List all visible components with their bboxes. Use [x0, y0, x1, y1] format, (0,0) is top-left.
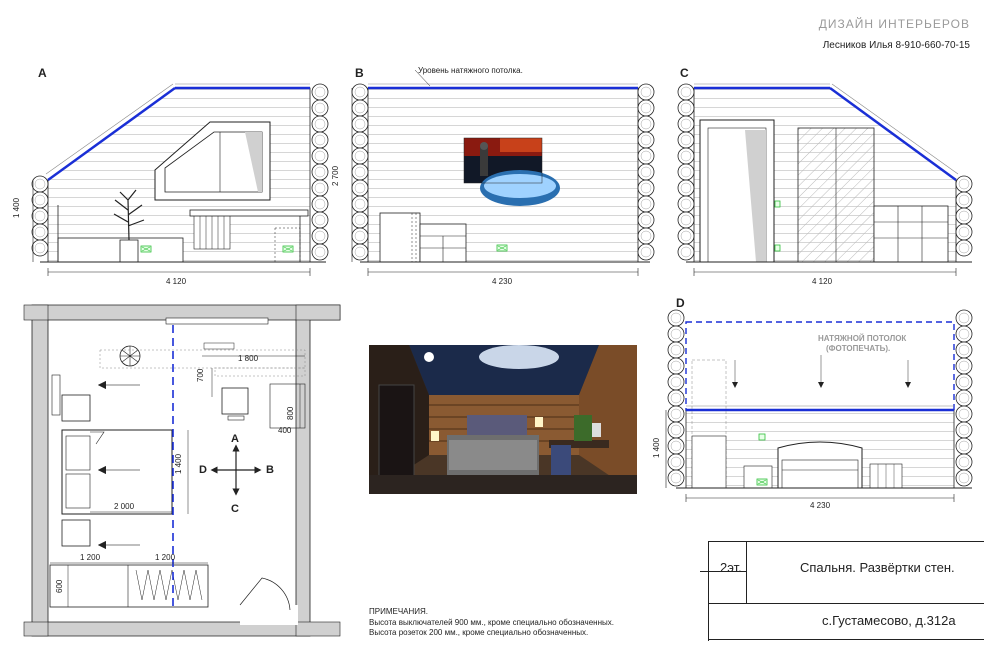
elevation-c-label: С [680, 66, 689, 80]
plan-dim-bed-length: 2 000 [114, 502, 135, 511]
plan-dim-desk-depth: 700 [196, 368, 205, 382]
notes-switch-height: Высота выключателей 900 мм., кроме специ… [369, 618, 614, 627]
floor-label: 2эт. [720, 560, 742, 575]
elevation-a-width: 4 120 [166, 277, 187, 286]
plan-dim-wardrobe-1: 1 200 [80, 553, 101, 562]
compass-b: B [266, 464, 274, 476]
elevation-d-width: 4 230 [810, 501, 831, 510]
plan-dim-top: 1 800 [238, 354, 259, 363]
elevation-b-label: B [355, 66, 364, 80]
plan-dim-shelf-width: 400 [278, 426, 292, 435]
elevation-d-label: D [676, 296, 685, 310]
elevation-b-width: 4 230 [492, 277, 513, 286]
plan-dim-bed-width: 1 400 [174, 453, 183, 474]
stretch-ceiling-note: НАТЯЖНОЙ ПОТОЛОК [818, 334, 907, 343]
elevation-d-height: 1 400 [652, 437, 661, 458]
project-address: с.Густамесово, д.312а [822, 613, 956, 628]
elevation-a-height: 1 400 [12, 197, 21, 218]
elevation-a-label: А [38, 66, 47, 80]
plan-dim-shelf-height: 800 [286, 406, 295, 420]
compass [210, 444, 262, 496]
elevation-a [31, 83, 329, 276]
notes-title: ПРИМЕЧАНИЯ. [369, 607, 429, 616]
plan-dim-wardrobe-depth: 600 [55, 579, 64, 593]
compass-d: D [199, 464, 207, 476]
bedroom-render-image [369, 345, 637, 494]
notes-socket-height: Высота розеток 200 мм., кроме специально… [369, 628, 589, 637]
ceiling-level-note: Уровень натяжного потолка. [418, 66, 523, 75]
plan-dim-wardrobe-2: 1 200 [155, 553, 176, 562]
elevation-c [677, 83, 973, 276]
compass-a: A [231, 433, 239, 445]
elevation-b [351, 69, 655, 276]
photo-print-note: (ФОТОПЕЧАТЬ). [826, 344, 891, 353]
elevation-c-width: 4 120 [812, 277, 833, 286]
sheet-title: Спальня. Развёртки стен. [800, 560, 955, 575]
elevation-b-height: 2 700 [331, 165, 340, 186]
compass-c: C [231, 503, 239, 515]
